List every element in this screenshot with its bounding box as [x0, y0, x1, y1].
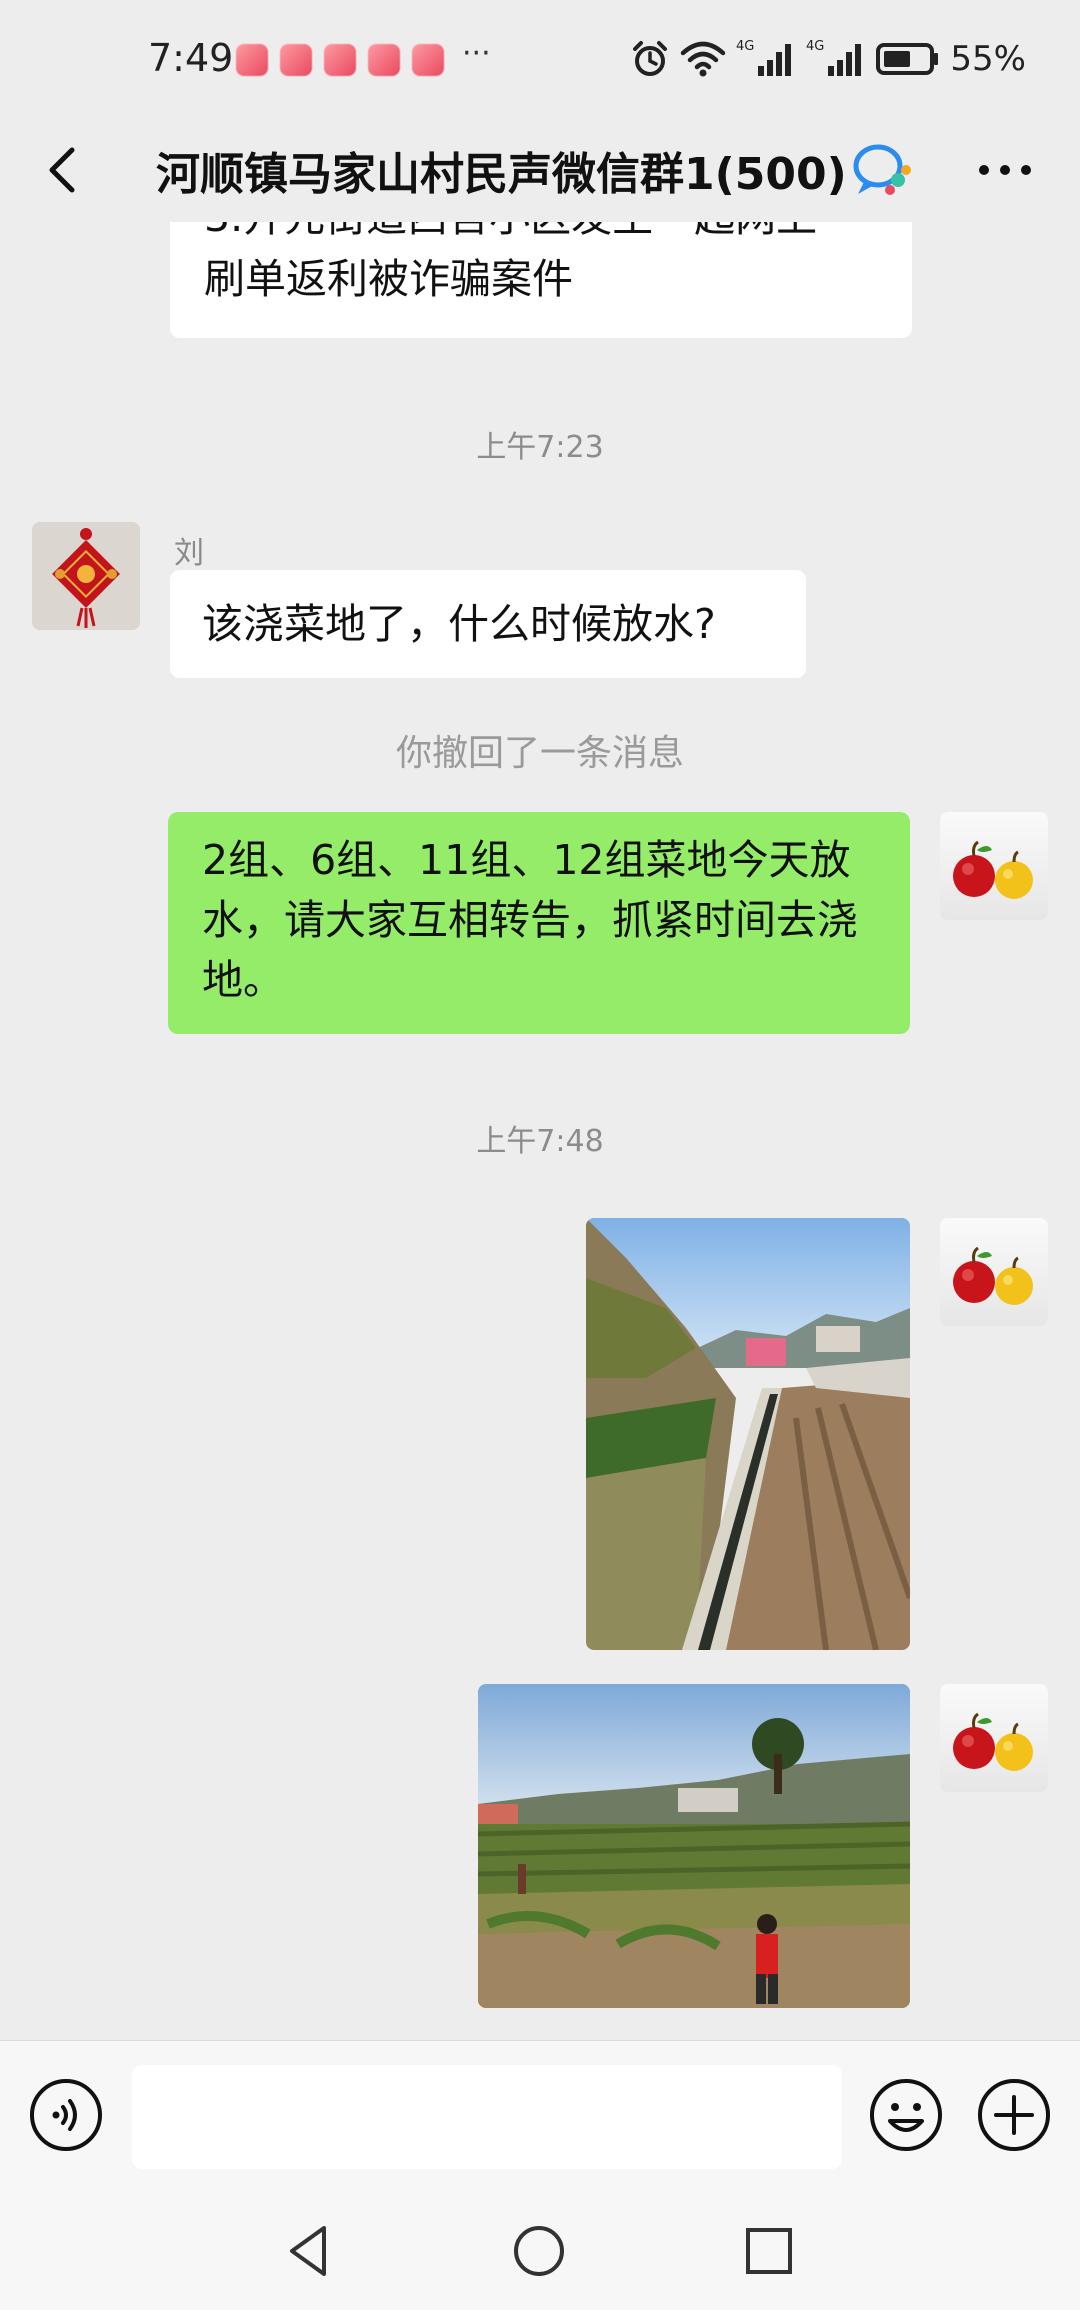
- notification-icon: [368, 44, 400, 76]
- notification-icon: [236, 44, 268, 76]
- more-button[interactable]: [970, 140, 1040, 200]
- voice-button[interactable]: [28, 2077, 104, 2153]
- wifi-icon: [681, 41, 726, 77]
- nav-back-button[interactable]: [274, 2216, 344, 2286]
- sender-name: 刘: [174, 536, 204, 571]
- signal-icon: 4G: [806, 39, 862, 76]
- battery-percentage: 55%: [950, 39, 1026, 79]
- fruit-avatar-image: [953, 840, 1033, 899]
- time-divider: 上午7:23: [476, 430, 604, 465]
- triangle-back-icon: [290, 2226, 326, 2276]
- input-bar: [0, 2040, 1080, 2192]
- voice-icon: [30, 2079, 102, 2151]
- chat-title: 河顺镇马家山村民声微信群1(500): [156, 149, 847, 200]
- network-type-label: 4G: [736, 39, 754, 54]
- message-text: 该浇菜地了，什么时候放水?: [202, 600, 716, 648]
- notification-icon: [412, 44, 444, 76]
- fruit-avatar-image: [953, 1246, 1033, 1305]
- battery-icon: [876, 43, 939, 75]
- nav-home-button[interactable]: [504, 2216, 574, 2286]
- notification-icon: [280, 44, 312, 76]
- message-bubble-partial[interactable]: 3.开元街道西苔小区发生一起网上 刷单返利被诈骗案件: [170, 222, 912, 338]
- more-dots-icon: [979, 165, 1031, 175]
- notification-icon: [324, 44, 356, 76]
- system-navigation-bar: [0, 2192, 1080, 2310]
- status-time: 7:49: [148, 36, 234, 80]
- status-bar: 7:49 ··· 4G 4G 55%: [0, 0, 1080, 120]
- avatar[interactable]: [940, 1218, 1048, 1326]
- recall-notice: 你撤回了一条消息: [395, 733, 684, 774]
- signal-icon: 4G: [736, 39, 792, 76]
- avatar[interactable]: [32, 522, 140, 630]
- alarm-icon: [633, 41, 668, 76]
- plus-button[interactable]: [976, 2077, 1052, 2153]
- emoji-icon: [870, 2079, 942, 2151]
- irrigation-canal-photo: [586, 1218, 910, 1650]
- fruit-avatar-image: [953, 1712, 1033, 1771]
- message-text: 2组、6组、11组、12组菜地今天放水，请大家互相转告，抓紧时间去浇地。: [202, 836, 858, 1004]
- vegetable-field-photo: [478, 1684, 910, 2008]
- status-more-notifications: ···: [462, 36, 491, 71]
- message-bubble-incoming[interactable]: 该浇菜地了，什么时候放水?: [170, 570, 806, 678]
- avatar[interactable]: [940, 812, 1048, 920]
- message-text: 3.开元街道西苔小区发生一起网上 刷单返利被诈骗案件: [204, 222, 817, 303]
- title-bar: 河顺镇马家山村民声微信群1(500): [0, 120, 1080, 220]
- chinese-knot-avatar-image: [32, 522, 140, 630]
- chevron-left-icon: [49, 147, 75, 193]
- square-recents-icon: [746, 2228, 792, 2274]
- circle-home-icon: [514, 2226, 564, 2276]
- group-chat-icon[interactable]: [850, 140, 914, 200]
- time-divider: 上午7:48: [476, 1124, 604, 1159]
- photo-message[interactable]: [478, 1684, 910, 2008]
- photo-message[interactable]: [586, 1218, 910, 1650]
- nav-recents-button[interactable]: [734, 2216, 804, 2286]
- back-button[interactable]: [36, 140, 96, 200]
- plus-icon: [978, 2079, 1050, 2151]
- network-type-label: 4G: [806, 39, 824, 54]
- message-bubble-outgoing[interactable]: 2组、6组、11组、12组菜地今天放水，请大家互相转告，抓紧时间去浇地。: [168, 812, 910, 1034]
- emoji-button[interactable]: [868, 2077, 944, 2153]
- notification-icons: [236, 44, 444, 76]
- status-right-group: 4G 4G 55%: [630, 38, 1026, 80]
- message-input[interactable]: [132, 2065, 842, 2169]
- avatar[interactable]: [940, 1684, 1048, 1792]
